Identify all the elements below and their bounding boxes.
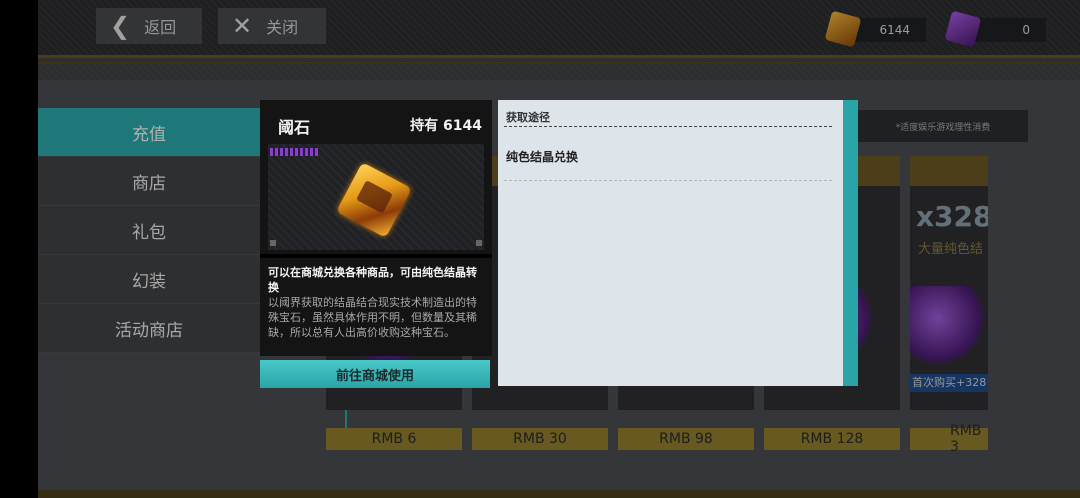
rarity-tag xyxy=(270,148,318,156)
item-image-area xyxy=(268,144,484,250)
go-to-shop-button[interactable]: 前往商城使用 xyxy=(260,360,490,388)
source-panel: 获取途径 纯色结晶兑换 xyxy=(498,100,858,386)
source-panel-accent xyxy=(843,100,858,386)
item-hold-count: 持有 6144 xyxy=(410,118,482,134)
source-item[interactable]: 纯色结晶兑换 xyxy=(506,148,578,165)
item-description-heading: 可以在商城兑换各种商品，可由纯色结晶转换 xyxy=(268,266,477,294)
item-detail-panel: 阈石 持有 6144 可以在商城兑换各种商品，可由纯色结晶转换 以阈界获取的结晶… xyxy=(260,100,492,356)
source-title: 获取途径 xyxy=(506,111,550,124)
divider xyxy=(504,126,832,127)
item-description: 以阈界获取的结晶结合现实技术制造出的特殊宝石，虽然具体作用不明，但数量及其稀缺，… xyxy=(268,296,477,339)
threshold-stone-icon xyxy=(336,162,412,238)
go-to-shop-label: 前往商城使用 xyxy=(335,368,414,384)
item-title: 阈石 xyxy=(278,118,311,137)
divider xyxy=(260,254,492,258)
frame-corner xyxy=(270,240,276,246)
game-screen: ❮ 返回 ✕ 关闭 6144 0 充值 商店 礼包 幻装 活动商店 *适度娱乐游… xyxy=(38,0,1080,498)
divider xyxy=(504,180,832,181)
frame-corner xyxy=(476,240,482,246)
